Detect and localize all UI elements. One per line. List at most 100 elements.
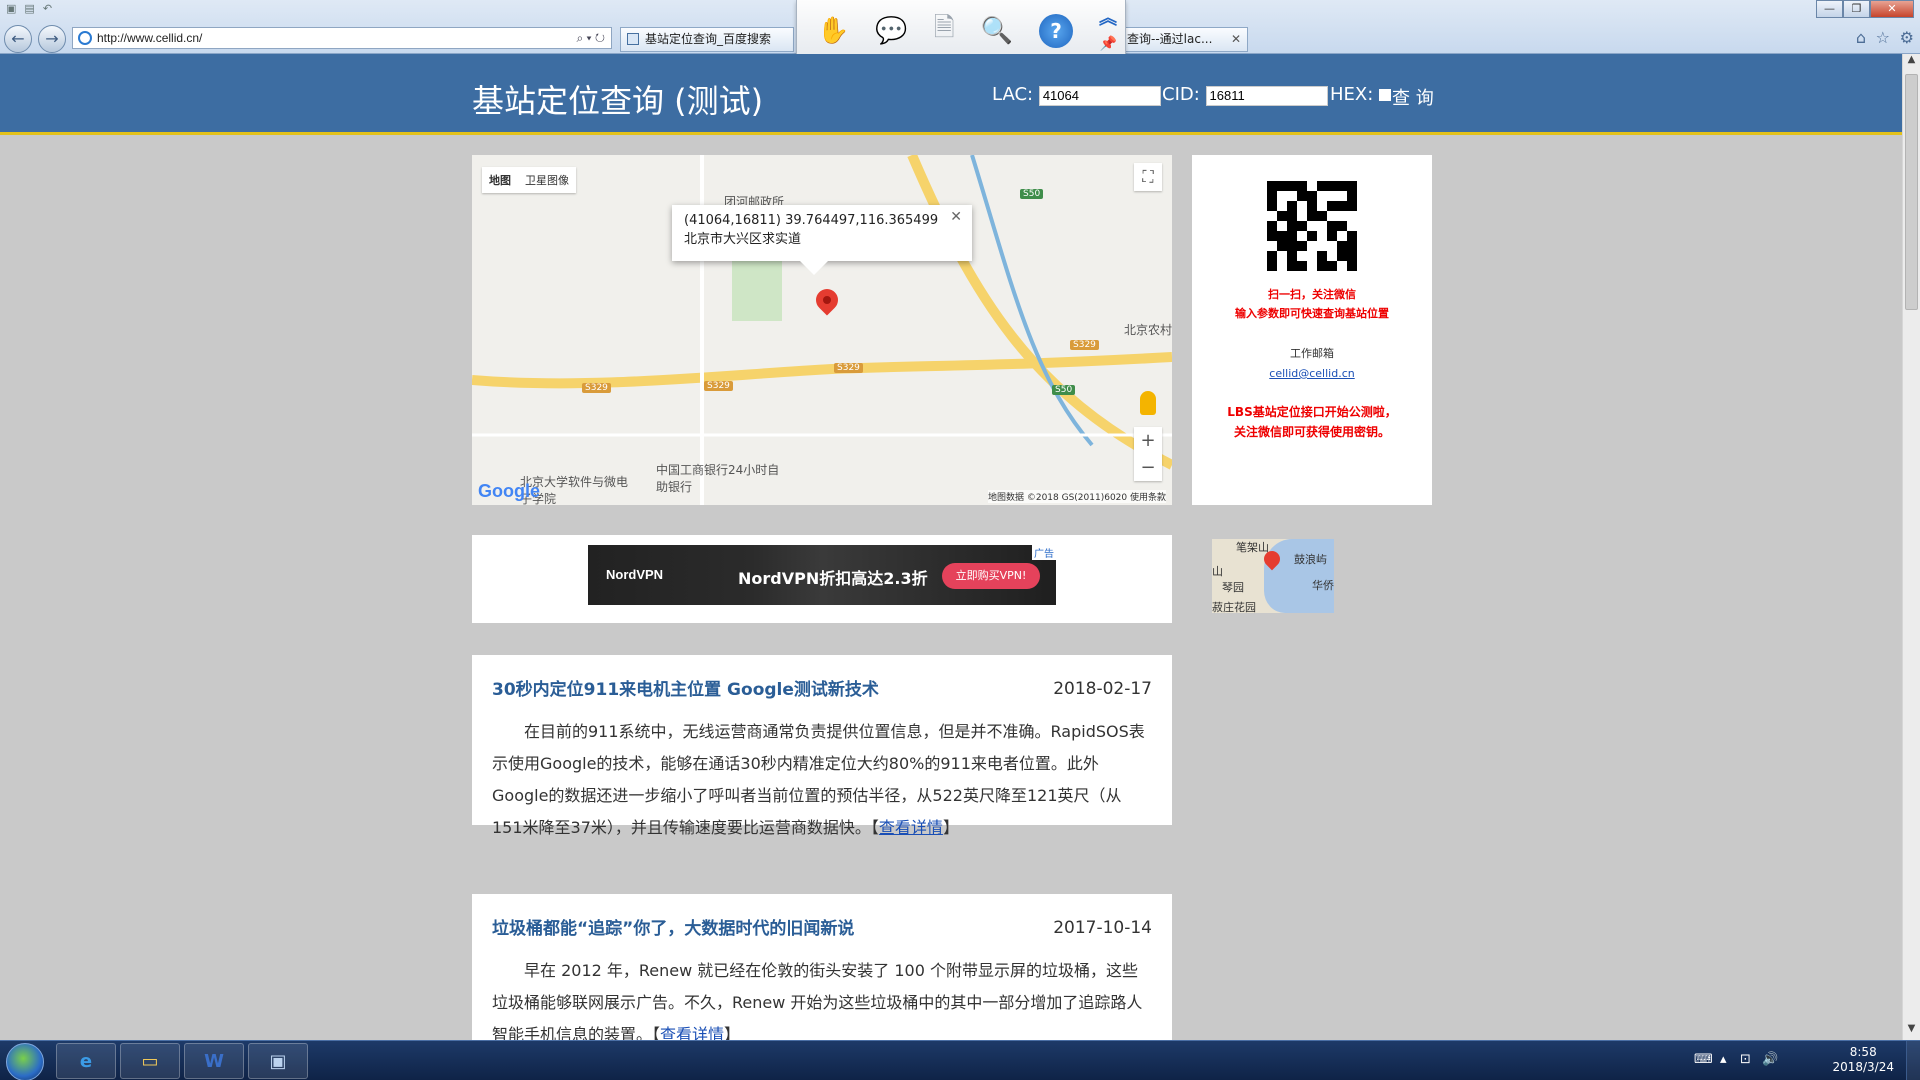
floating-toolbar: ✋ 💬 🗎 🔍 ? ︽ 📌 [796, 0, 1126, 62]
vertical-scrollbar[interactable]: ▲ ▼ [1902, 54, 1920, 1040]
tab-close-icon[interactable]: ✕ [1231, 28, 1241, 51]
query-button[interactable]: 查 询 [1392, 84, 1434, 110]
explorer-taskbar-icon[interactable]: ▭ [120, 1043, 180, 1079]
qr-module [1337, 201, 1347, 211]
road-shield: S329 [1070, 340, 1099, 350]
qr-module [1327, 211, 1337, 221]
scroll-down-icon[interactable]: ▼ [1903, 1023, 1920, 1040]
qr-module [1277, 201, 1287, 211]
volume-icon[interactable]: 🔊 [1762, 1052, 1778, 1067]
qr-module [1297, 181, 1307, 191]
clock[interactable]: 8:58 2018/3/24 [1832, 1045, 1894, 1075]
restore-button[interactable]: ❐ [1843, 0, 1870, 18]
qr-module [1317, 221, 1327, 231]
zoom-in-button[interactable]: + [1134, 427, 1162, 454]
thumbnail-map[interactable]: 笔架山 鼓浪屿 华侨 山 琴园 菽庄花园 [1212, 539, 1334, 613]
fullscreen-icon[interactable]: ⛶ [1134, 163, 1162, 191]
page-content: 基站定位查询 (测试) LAC: CID: HEX: 查 询 地图 卫星图像 [0, 54, 1902, 1040]
zoom-out-button[interactable]: − [1134, 454, 1162, 481]
news-detail-link[interactable]: 查看详情 [879, 818, 943, 837]
comment-icon[interactable]: 💬 [875, 16, 907, 46]
qr-module [1277, 211, 1287, 221]
info-close-icon[interactable]: ✕ [950, 209, 962, 225]
map-type-satellite[interactable]: 卫星图像 [518, 167, 576, 193]
scroll-up-icon[interactable]: ▲ [1903, 54, 1920, 71]
clock-time: 8:58 [1849, 1045, 1877, 1059]
close-button[interactable]: ✕ [1870, 0, 1914, 18]
google-map[interactable]: 地图 卫星图像 ⛶ 团河邮政所 北京农村 中国工商银行24小时自助银行 北京大学… [472, 155, 1172, 505]
keyboard-icon[interactable]: ⌨ [1694, 1052, 1713, 1067]
address-url: http://www.cellid.cn/ [97, 31, 203, 45]
news-body-text: 在目前的911系统中，无线运营商通常负责提供位置信息，但是并不准确。RapidS… [492, 722, 1145, 837]
road-shield: S329 [704, 381, 733, 391]
scroll-thumb[interactable] [1905, 74, 1918, 310]
road-s329 [472, 352, 1172, 389]
map-type-map[interactable]: 地图 [482, 167, 518, 193]
qr-module [1277, 261, 1287, 271]
qr-module [1277, 191, 1287, 201]
ie-taskbar-icon[interactable]: e [56, 1043, 116, 1079]
qr-module [1307, 231, 1317, 241]
ad-banner[interactable]: NordVPN NordVPN折扣高达2.3折 立即购买VPN! 广告 [588, 545, 1056, 605]
map-info-window: (41064,16811) 39.764497,116.365499 北京市大兴… [672, 205, 972, 275]
show-desktop-button[interactable] [1906, 1041, 1920, 1080]
hex-checkbox[interactable] [1379, 89, 1392, 101]
help-icon[interactable]: ? [1039, 13, 1074, 48]
pin-icon[interactable]: 📌 [1100, 36, 1117, 52]
print-icon[interactable]: ▤ [24, 2, 34, 18]
qr-module [1267, 201, 1277, 211]
home-icon[interactable]: ⌂ [1856, 28, 1866, 47]
minimize-button[interactable]: — [1816, 0, 1843, 18]
page-title: 基站定位查询 (测试) [472, 82, 764, 120]
window-taskbar-icon[interactable]: ▣ [248, 1043, 308, 1079]
zoom-icon[interactable]: 🔍 [981, 16, 1013, 46]
info-coordinates: (41064,16811) 39.764497,116.365499 [684, 213, 939, 228]
hand-icon[interactable]: ✋ [817, 16, 849, 46]
pegman-icon[interactable] [1140, 391, 1156, 415]
network-icon[interactable]: ⊡ [1740, 1052, 1751, 1067]
qr-module [1327, 201, 1337, 211]
qr-module [1307, 221, 1317, 231]
qr-module [1287, 241, 1297, 251]
thumb-label: 山 [1212, 565, 1223, 578]
address-bar[interactable]: http://www.cellid.cn/ ⌕ ▾ ↻ [72, 27, 612, 49]
ad-tag[interactable]: 广告 [1032, 545, 1056, 560]
qr-module [1317, 261, 1327, 271]
cid-label: CID: [1162, 84, 1200, 105]
news-detail-link[interactable]: 查看详情 [660, 1025, 724, 1040]
qr-module [1267, 241, 1277, 251]
settings-gear-icon[interactable]: ⚙ [1900, 28, 1914, 47]
road-shield: S50 [1052, 385, 1076, 395]
quick-access-toolbar: ▣ ▤ ↶ [6, 2, 52, 18]
hex-label: HEX: [1330, 84, 1374, 105]
word-taskbar-icon[interactable]: W [184, 1043, 244, 1079]
lac-input[interactable] [1038, 85, 1161, 106]
qr-module [1337, 231, 1347, 241]
back-button[interactable]: ← [4, 25, 32, 53]
document-icon[interactable]: 🗎 [934, 9, 955, 53]
email-link[interactable]: cellid@cellid.cn [1192, 367, 1432, 380]
qr-module [1267, 211, 1277, 221]
forward-button[interactable]: → [38, 25, 66, 53]
undo-icon[interactable]: ↶ [43, 2, 52, 18]
map-label: 中国工商银行24小时自助银行 [656, 463, 780, 494]
sidebar-card: 扫一扫，关注微信 输入参数即可快速查询基站位置 工作邮箱 cellid@cell… [1192, 155, 1432, 505]
lbs-notice: 关注微信即可获得使用密钥。 [1233, 425, 1390, 439]
save-icon[interactable]: ▣ [6, 2, 16, 18]
start-button[interactable] [6, 1043, 44, 1080]
ad-buy-button[interactable]: 立即购买VPN! [942, 563, 1040, 589]
cid-input[interactable] [1205, 85, 1328, 106]
collapse-icon[interactable]: ︽ [1099, 4, 1117, 30]
search-refresh-icons[interactable]: ⌕ ▾ ↻ [576, 28, 605, 48]
lac-group: LAC: [992, 84, 1161, 106]
qr-module [1347, 201, 1357, 211]
tray-expand-icon[interactable]: ▴ [1720, 1052, 1727, 1067]
thumb-label: 鼓浪屿 [1294, 553, 1327, 566]
favorites-star-icon[interactable]: ☆ [1876, 28, 1890, 47]
road-shield: S50 [1020, 189, 1044, 199]
qr-module [1277, 241, 1287, 251]
qr-module [1337, 221, 1347, 231]
qr-module [1297, 211, 1307, 221]
tab-baidu[interactable]: 基站定位查询_百度搜索 [620, 27, 794, 52]
taskbar: e ▭ W ▣ ⌨ ▴ ⊡ 🔊 8:58 2018/3/24 [0, 1040, 1920, 1080]
